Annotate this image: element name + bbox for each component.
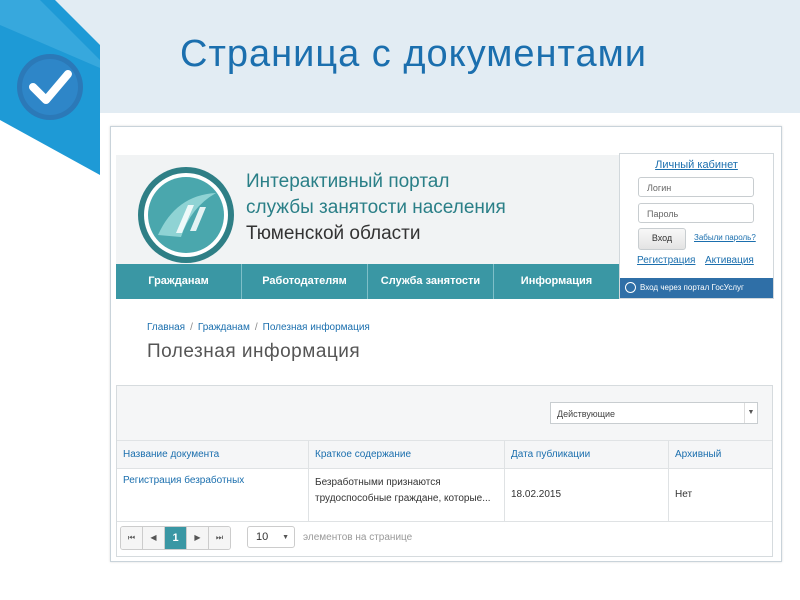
breadcrumb-citizens[interactable]: Гражданам <box>198 322 250 333</box>
slide-title: Страница с документами <box>180 33 647 75</box>
column-header-name[interactable]: Название документа <box>117 441 309 468</box>
portal-title-line2: службы занятости населения <box>246 197 506 218</box>
checkmark-badge-icon <box>0 0 100 175</box>
next-page-button[interactable]: ▶ <box>187 527 209 549</box>
nav-item-citizens[interactable]: Гражданам <box>116 264 242 299</box>
document-summary: Безработными признаются трудоспособные г… <box>309 469 505 521</box>
chevron-down-icon: ▼ <box>744 403 757 423</box>
password-field[interactable]: Пароль <box>638 203 754 223</box>
status-filter-value: Действующие <box>557 409 616 419</box>
pagination: ⏮ ◀ 1 ▶ ⏭ <box>120 526 231 550</box>
last-page-button[interactable]: ⏭ <box>209 527 230 549</box>
status-filter-select[interactable]: Действующие ▼ <box>550 402 758 424</box>
nav-item-employers[interactable]: Работодателям <box>242 264 368 299</box>
portal-title: Интерактивный портал службы занятости на… <box>246 169 576 247</box>
login-box: Личный кабинет Логин Пароль Вход Забыли … <box>619 153 774 299</box>
gosuslugi-label: Вход через портал ГосУслуг <box>640 283 744 292</box>
activation-link[interactable]: Активация <box>705 255 754 266</box>
breadcrumb-home[interactable]: Главная <box>147 322 185 333</box>
forgot-password-link[interactable]: Забыли пароль? <box>694 233 756 242</box>
column-header-summary[interactable]: Краткое содержание <box>309 441 505 468</box>
portal-logo-icon <box>138 167 234 263</box>
screenshot-frame: Интерактивный портал службы занятости на… <box>110 126 782 562</box>
breadcrumb-current[interactable]: Полезная информация <box>263 322 370 333</box>
per-page-select[interactable]: 10 ▼ <box>247 526 295 548</box>
nav-item-employment-service[interactable]: Служба занятости <box>368 264 494 299</box>
table-row: Регистрация безработных Безработными при… <box>117 469 772 522</box>
per-page-value: 10 <box>256 531 269 543</box>
login-button[interactable]: Вход <box>638 228 686 250</box>
breadcrumb-separator: / <box>190 322 193 333</box>
table-header: Название документа Краткое содержание Да… <box>117 441 772 469</box>
login-field[interactable]: Логин <box>638 177 754 197</box>
per-page-label: элементов на странице <box>303 532 413 543</box>
prev-page-button[interactable]: ◀ <box>143 527 165 549</box>
main-nav: Гражданам Работодателям Служба занятости… <box>116 264 619 299</box>
personal-cabinet-link[interactable]: Личный кабинет <box>620 159 773 171</box>
filter-bar: Действующие ▼ <box>117 386 772 441</box>
page-title: Полезная информация <box>147 341 361 362</box>
document-archived: Нет <box>675 489 693 500</box>
breadcrumb-separator: / <box>254 322 258 333</box>
page-1-button[interactable]: 1 <box>165 527 187 549</box>
gosuslugi-icon <box>625 282 636 293</box>
document-date: 18.02.2015 <box>505 469 669 521</box>
breadcrumb: Главная / Гражданам / Полезная информация <box>147 322 370 333</box>
registration-link[interactable]: Регистрация <box>637 255 695 266</box>
nav-item-information[interactable]: Информация <box>494 264 619 299</box>
gosuslugi-login-button[interactable]: Вход через портал ГосУслуг <box>620 278 773 298</box>
document-name-link[interactable]: Регистрация безработных <box>117 469 309 521</box>
chevron-down-icon: ▼ <box>282 534 289 541</box>
portal-title-region: Тюменской области <box>246 223 421 244</box>
portal-title-line1: Интерактивный портал <box>246 171 450 192</box>
column-header-date[interactable]: Дата публикации <box>505 441 669 468</box>
documents-panel: Действующие ▼ Название документа Краткое… <box>116 385 773 557</box>
column-header-archived[interactable]: Архивный <box>669 441 772 468</box>
first-page-button[interactable]: ⏮ <box>121 527 143 549</box>
